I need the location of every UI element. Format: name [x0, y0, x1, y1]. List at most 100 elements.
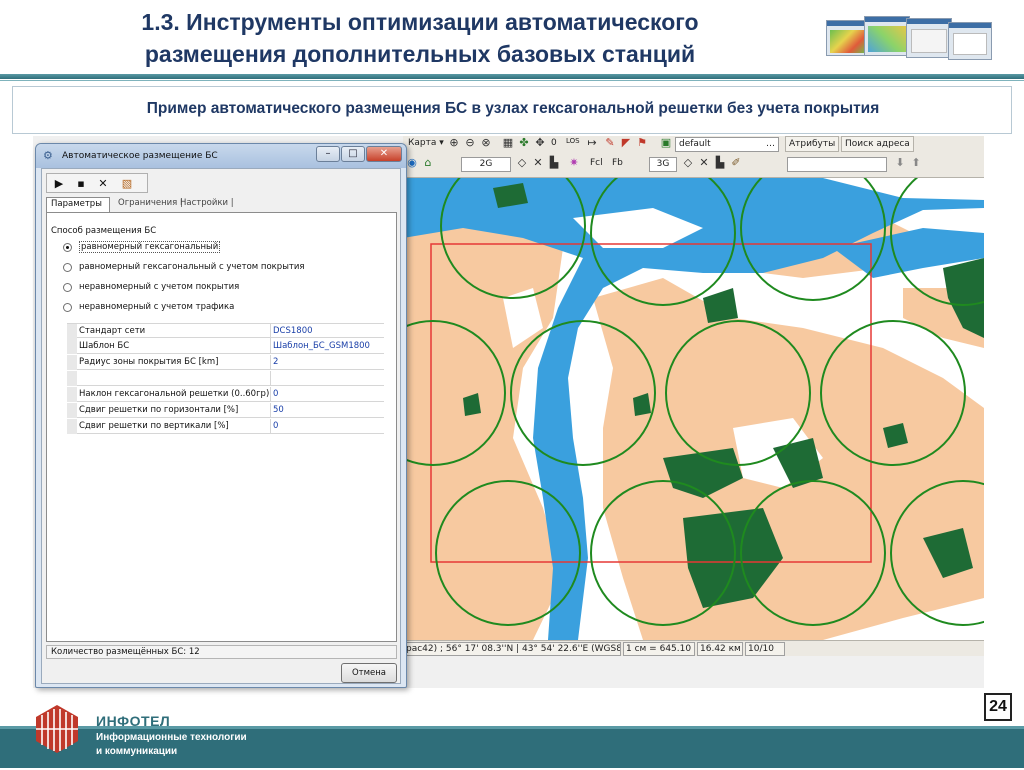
radio-button[interactable] — [63, 263, 72, 272]
minimize-button[interactable]: – — [316, 146, 340, 162]
property-row[interactable]: Радиус зоны покрытия БС [km] 2 — [67, 355, 384, 370]
property-row[interactable]: Шаблон БС Шаблон_БС_GSM1800 — [67, 339, 384, 354]
layer-select[interactable]: default … — [675, 137, 779, 152]
maximize-button[interactable]: □ — [341, 146, 365, 162]
cancel-button[interactable]: Отмена — [341, 663, 397, 683]
attributes-button[interactable]: Атрибуты — [785, 136, 840, 152]
map-toolbar: Карта ▾ ⊕ ⊖ ⊗ ▦ ✤ ✥ 0 LOS ↦ ✎ ◤ ⚑ ▣ defa… — [403, 136, 984, 178]
dialog-toolbar: ▶ ▪ ✕ ▧ — [46, 173, 148, 193]
address-search-button[interactable]: Поиск адреса — [841, 136, 914, 152]
cross-arrows-3g-icon[interactable]: ✕ — [697, 156, 711, 170]
zoom-in-icon[interactable]: ⊕ — [447, 136, 461, 150]
property-name: Шаблон БС — [79, 341, 130, 351]
los-button[interactable]: LOS — [563, 136, 583, 150]
property-name: Сдвиг решетки по горизонтали [%] — [79, 405, 239, 415]
property-row-empty — [67, 371, 384, 386]
home-icon[interactable]: ⌂ — [421, 156, 435, 170]
fcl-button[interactable]: Fcl — [587, 156, 606, 172]
play-icon[interactable]: ▶ — [51, 176, 67, 192]
zoom-rect-icon[interactable]: ⊗ — [479, 136, 493, 150]
method-option-label: равномерный гексагональный с учетом покр… — [79, 262, 305, 272]
tools-icon[interactable]: ✐ — [729, 156, 743, 170]
tech-3g-select[interactable]: 3G — [649, 157, 677, 172]
pan-icon[interactable]: ✥ — [533, 136, 547, 150]
property-name: Сдвиг решетки по вертикали [%] — [79, 421, 229, 431]
map-menu-button[interactable]: Карта ▾ — [405, 136, 447, 152]
property-value[interactable]: 2 — [273, 357, 381, 367]
signal-icon[interactable]: ✷ — [567, 156, 581, 170]
brand-tagline-line2: и коммуникации — [96, 746, 178, 757]
marker-icon[interactable]: ◤ — [619, 136, 633, 150]
histogram-icon[interactable]: ▙ — [547, 156, 561, 170]
zoom-out-icon[interactable]: ⊖ — [463, 136, 477, 150]
map-canvas — [403, 178, 984, 640]
radio-button[interactable] — [63, 243, 72, 252]
flag-icon[interactable]: ⚑ — [635, 136, 649, 150]
ellipsis-icon: … — [766, 139, 775, 149]
cross-arrows-icon[interactable]: ✕ — [531, 156, 545, 170]
slide-title-line1: 1.3. Инструменты оптимизации автоматичес… — [141, 9, 699, 35]
header-divider-thin — [0, 80, 1024, 81]
brand-name: ИНФОТЕЛ — [96, 713, 171, 729]
property-row[interactable]: Сдвиг решетки по вертикали [%] 0 — [67, 419, 384, 434]
zero-label[interactable]: 0 — [548, 136, 560, 152]
property-row[interactable]: Стандарт сети DCS1800 — [67, 323, 384, 339]
save-icon[interactable]: ▪ — [73, 176, 89, 192]
placed-count-status: Количество размещённых БС: 12 — [46, 645, 397, 659]
property-value[interactable]: DCS1800 — [273, 326, 381, 336]
radio-button[interactable] — [63, 283, 72, 292]
property-value[interactable]: Шаблон_БС_GSM1800 — [273, 341, 381, 351]
dialog-body: ▶ ▪ ✕ ▧ Параметры Ограничения | Настройк… — [41, 168, 401, 684]
thumbnail-map-2 — [864, 16, 910, 56]
layer-select-value: default — [679, 139, 711, 149]
ruler-icon[interactable]: ↦ — [585, 136, 599, 150]
tab-parameters[interactable]: Параметры — [46, 197, 110, 212]
arrow-down-icon[interactable]: ⬇ — [893, 156, 907, 170]
slide-title-line2: размещения дополнительных базовых станци… — [144, 41, 696, 67]
layers-icon[interactable]: ▧ — [119, 176, 135, 192]
tech-2g-select[interactable]: 2G — [461, 157, 511, 172]
property-value[interactable]: 50 — [273, 405, 381, 415]
funnel-icon[interactable]: ◇ — [515, 156, 529, 170]
fb-button[interactable]: Fb — [609, 156, 626, 172]
property-name: Радиус зоны покрытия БС [km] — [79, 357, 219, 367]
slide-title: 1.3. Инструменты оптимизации автоматичес… — [40, 6, 800, 70]
page-number: 24 — [984, 693, 1012, 721]
grid-icon[interactable]: ▦ — [501, 136, 515, 150]
thumbnail-window — [906, 18, 952, 58]
network-icon[interactable]: ✤ — [517, 136, 531, 150]
property-value[interactable]: 0 — [273, 421, 381, 431]
window-close-button[interactable]: ✕ — [366, 146, 402, 162]
pin-icon[interactable]: ✎ — [603, 136, 617, 150]
infotel-logo-icon — [34, 703, 80, 765]
header-screenshots-thumbnail — [826, 16, 992, 66]
property-name: Наклон гексагональной решетки (0..60гр) — [79, 389, 269, 399]
slide-subtitle: Пример автоматического размещения БС в у… — [146, 100, 880, 117]
subtitle-box: Пример автоматического размещения БС в у… — [12, 86, 1012, 134]
status-distance: 16.42 км — [697, 642, 743, 656]
radio-button[interactable] — [63, 303, 72, 312]
address-search-input[interactable] — [787, 157, 887, 172]
funnel-3g-icon[interactable]: ◇ — [681, 156, 695, 170]
placement-method-label: Способ размещения БС — [51, 226, 157, 236]
close-icon[interactable]: ✕ — [95, 176, 111, 192]
tab-settings[interactable]: Настройки | — [176, 197, 238, 212]
dialog-title: Автоматическое размещение БС — [62, 151, 218, 161]
parameters-panel: Способ размещения БС равномерный гексаго… — [46, 212, 397, 642]
property-row[interactable]: Наклон гексагональной решетки (0..60гр) … — [67, 387, 384, 402]
method-option-label: неравномерный с учетом покрытия — [79, 282, 240, 292]
status-zoom: 10/10 — [745, 642, 785, 656]
property-value[interactable]: 0 — [273, 389, 381, 399]
header-divider — [0, 74, 1024, 79]
dialog-titlebar[interactable]: ⚙ Автоматическое размещение БС – □ ✕ — [36, 144, 406, 168]
histogram-3g-icon[interactable]: ▙ — [713, 156, 727, 170]
property-row[interactable]: Сдвиг решетки по горизонтали [%] 50 — [67, 403, 384, 418]
method-option-label: неравномерный с учетом трафика — [79, 302, 235, 312]
info-icon[interactable]: ▣ — [659, 136, 673, 150]
map-status-bar: рас42) ; 56° 17' 08.3''N | 43° 54' 22.6'… — [403, 640, 984, 656]
auto-placement-dialog: ⚙ Автоматическое размещение БС – □ ✕ ▶ ▪… — [35, 143, 407, 688]
map-view[interactable] — [403, 178, 984, 640]
globe-icon[interactable]: ◉ — [405, 156, 419, 170]
status-coordinates: рас42) ; 56° 17' 08.3''N | 43° 54' 22.6'… — [403, 642, 621, 656]
arrow-up-icon[interactable]: ⬆ — [909, 156, 923, 170]
